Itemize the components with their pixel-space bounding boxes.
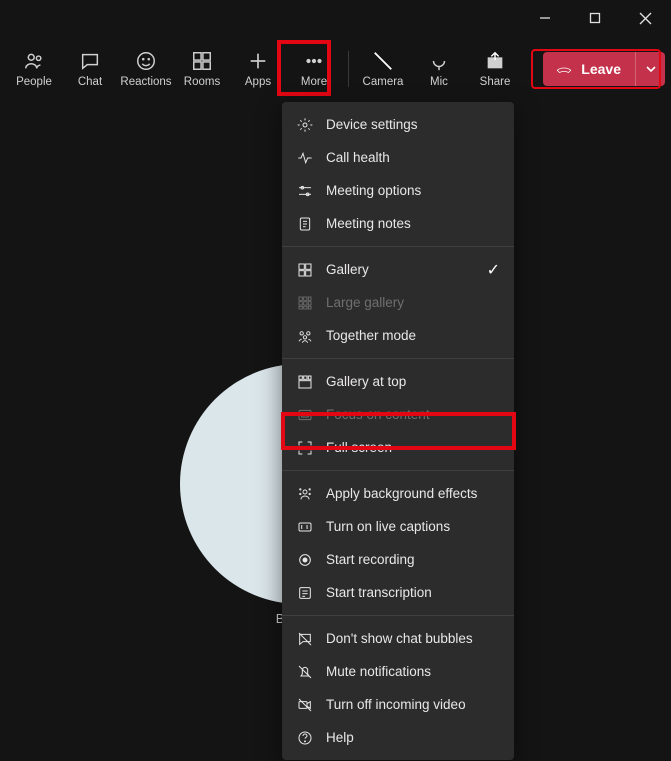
leave-button[interactable]: Leave xyxy=(543,52,635,86)
meeting-stage: B Bob (Gu Device settings Call health Me… xyxy=(0,102,671,761)
menu-label: Full screen xyxy=(326,440,392,455)
apps-button[interactable]: Apps xyxy=(230,39,286,99)
menu-device-settings[interactable]: Device settings xyxy=(282,108,514,141)
camera-label: Camera xyxy=(363,76,404,88)
menu-label: Focus on content xyxy=(326,407,430,422)
menu-label: Turn on live captions xyxy=(326,519,450,534)
menu-together-mode[interactable]: Together mode xyxy=(282,319,514,352)
background-icon xyxy=(296,485,314,503)
menu-label: Apply background effects xyxy=(326,486,477,501)
menu-divider xyxy=(282,358,514,359)
gallery-top-icon xyxy=(296,373,314,391)
chat-label: Chat xyxy=(78,76,102,88)
together-mode-icon xyxy=(296,327,314,345)
menu-label: Start recording xyxy=(326,552,415,567)
menu-label: Turn off incoming video xyxy=(326,697,466,712)
menu-start-transcription[interactable]: Start transcription xyxy=(282,576,514,609)
captions-icon xyxy=(296,518,314,536)
menu-meeting-options[interactable]: Meeting options xyxy=(282,174,514,207)
chat-bubble-off-icon xyxy=(296,630,314,648)
more-menu: Device settings Call health Meeting opti… xyxy=(282,102,514,760)
chat-icon xyxy=(79,50,101,72)
menu-divider xyxy=(282,470,514,471)
gallery-icon xyxy=(296,261,314,279)
menu-label: Start transcription xyxy=(326,585,432,600)
menu-incoming-video[interactable]: Turn off incoming video xyxy=(282,688,514,721)
minimize-button[interactable] xyxy=(525,3,565,33)
people-label: People xyxy=(16,76,52,88)
maximize-button[interactable] xyxy=(575,3,615,33)
window-titlebar xyxy=(0,0,671,36)
menu-full-screen[interactable]: Full screen xyxy=(282,431,514,464)
mic-label: Mic xyxy=(430,76,448,88)
menu-label: Gallery xyxy=(326,262,369,277)
menu-label: Help xyxy=(326,730,354,745)
sliders-icon xyxy=(296,182,314,200)
reactions-icon xyxy=(135,50,157,72)
more-button[interactable]: More xyxy=(286,39,342,99)
menu-call-health[interactable]: Call health xyxy=(282,141,514,174)
people-button[interactable]: People xyxy=(6,39,62,99)
large-gallery-icon xyxy=(296,294,314,312)
menu-mute-notifications[interactable]: Mute notifications xyxy=(282,655,514,688)
chevron-down-icon xyxy=(645,63,657,75)
menu-gallery[interactable]: Gallery xyxy=(282,253,514,286)
meeting-toolbar: People Chat Reactions Rooms Apps More xyxy=(0,36,671,102)
share-icon xyxy=(484,50,506,72)
menu-start-recording[interactable]: Start recording xyxy=(282,543,514,576)
menu-label: Device settings xyxy=(326,117,418,132)
mic-button[interactable]: Mic xyxy=(411,39,467,99)
camera-off-icon xyxy=(372,50,394,72)
reactions-label: Reactions xyxy=(120,76,171,88)
menu-live-captions[interactable]: Turn on live captions xyxy=(282,510,514,543)
menu-divider xyxy=(282,615,514,616)
focus-icon xyxy=(296,406,314,424)
people-icon xyxy=(23,50,45,72)
chat-button[interactable]: Chat xyxy=(62,39,118,99)
camera-button[interactable]: Camera xyxy=(355,39,411,99)
help-icon xyxy=(296,729,314,747)
mic-icon xyxy=(428,50,450,72)
apps-label: Apps xyxy=(245,76,271,88)
menu-label: Gallery at top xyxy=(326,374,406,389)
menu-chat-bubbles[interactable]: Don't show chat bubbles xyxy=(282,622,514,655)
apps-icon xyxy=(247,50,269,72)
rooms-button[interactable]: Rooms xyxy=(174,39,230,99)
more-icon xyxy=(303,50,325,72)
menu-label: Meeting options xyxy=(326,183,421,198)
record-icon xyxy=(296,551,314,569)
hangup-icon xyxy=(555,59,573,80)
more-label: More xyxy=(301,76,327,88)
menu-label: Large gallery xyxy=(326,295,404,310)
leave-dropdown-button[interactable] xyxy=(635,52,665,86)
reactions-button[interactable]: Reactions xyxy=(118,39,174,99)
menu-label: Don't show chat bubbles xyxy=(326,631,473,646)
rooms-icon xyxy=(191,50,213,72)
menu-focus-on-content: Focus on content xyxy=(282,398,514,431)
pulse-icon xyxy=(296,149,314,167)
share-button[interactable]: Share xyxy=(467,39,523,99)
menu-gallery-at-top[interactable]: Gallery at top xyxy=(282,365,514,398)
menu-label: Mute notifications xyxy=(326,664,431,679)
transcription-icon xyxy=(296,584,314,602)
leave-label: Leave xyxy=(581,61,621,77)
menu-label: Call health xyxy=(326,150,390,165)
menu-label: Together mode xyxy=(326,328,416,343)
close-button[interactable] xyxy=(625,3,665,33)
toolbar-separator xyxy=(348,51,349,87)
menu-help[interactable]: Help xyxy=(282,721,514,754)
menu-background-effects[interactable]: Apply background effects xyxy=(282,477,514,510)
notes-icon xyxy=(296,215,314,233)
fullscreen-icon xyxy=(296,439,314,457)
menu-label: Meeting notes xyxy=(326,216,411,231)
bell-off-icon xyxy=(296,663,314,681)
menu-large-gallery: Large gallery xyxy=(282,286,514,319)
menu-meeting-notes[interactable]: Meeting notes xyxy=(282,207,514,240)
rooms-label: Rooms xyxy=(184,76,220,88)
gear-icon xyxy=(296,116,314,134)
video-off-icon xyxy=(296,696,314,714)
share-label: Share xyxy=(480,76,511,88)
menu-divider xyxy=(282,246,514,247)
